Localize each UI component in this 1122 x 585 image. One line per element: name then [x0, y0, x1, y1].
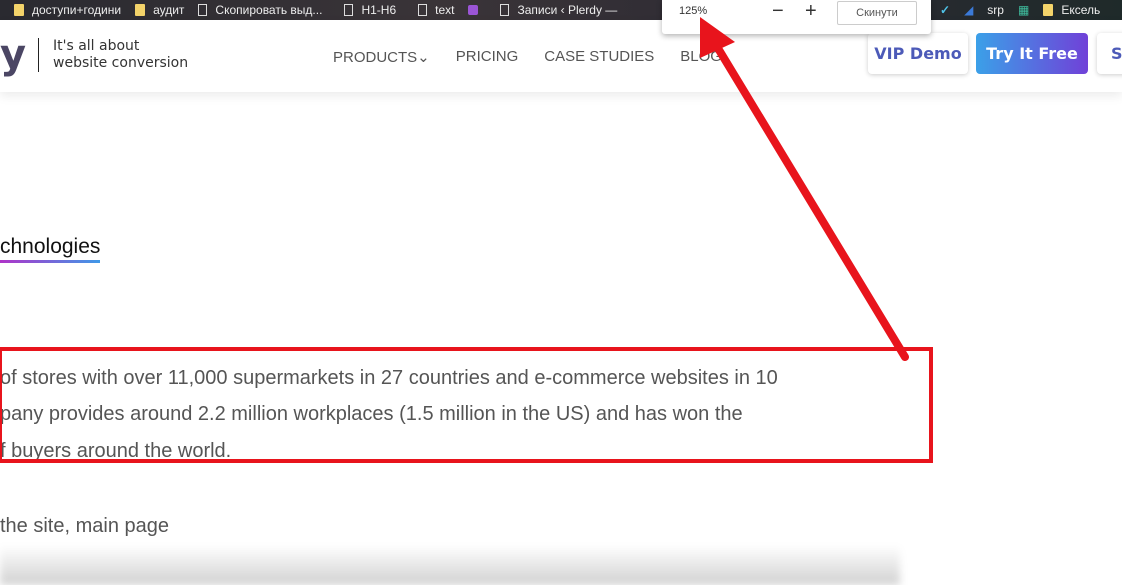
annotation-arrow-icon	[700, 17, 909, 361]
